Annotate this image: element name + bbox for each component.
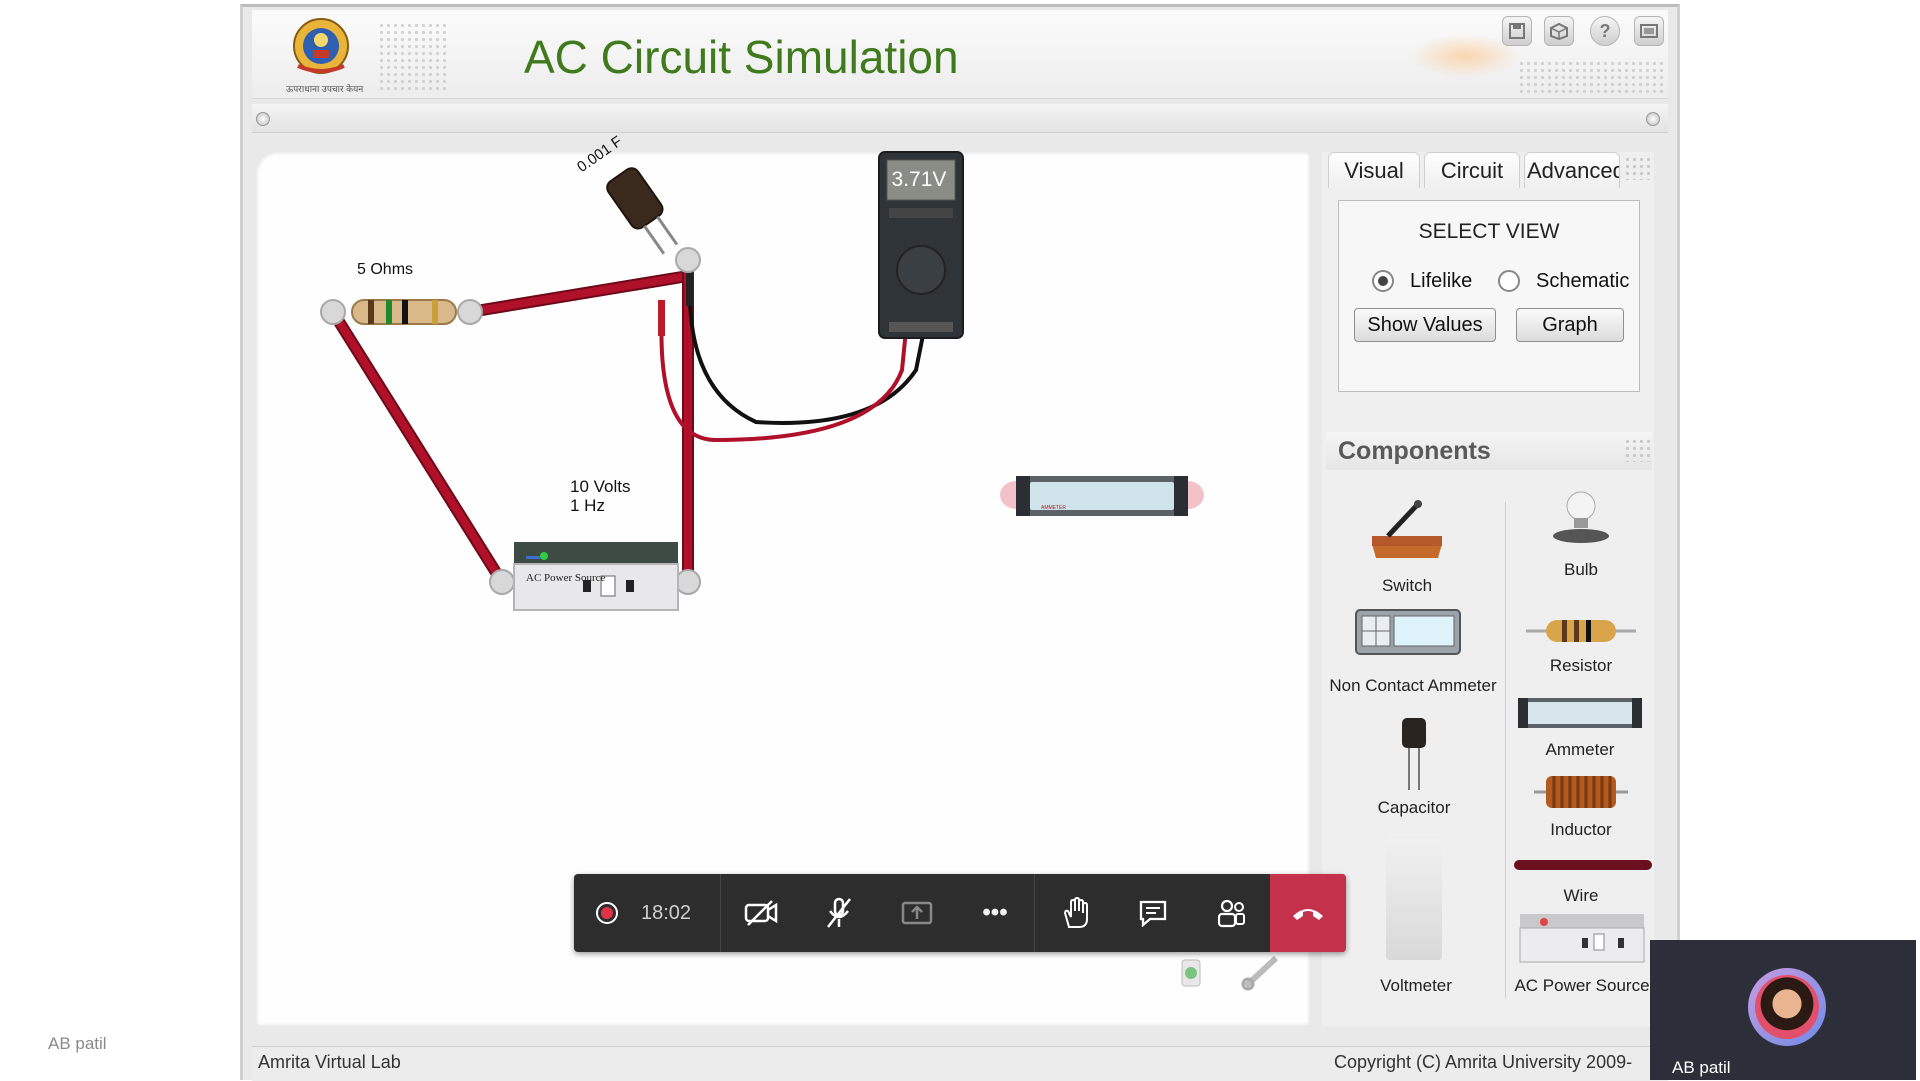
components-heading: Components [1338,437,1491,465]
ac-power-source-icon[interactable] [1518,912,1646,964]
bulb-label: Bulb [1563,560,1599,579]
tab-circuit[interactable]: Circuit [1424,152,1520,188]
meeting-timer: 18:02 [640,901,692,924]
mic-off-icon [827,897,851,928]
ammeter-label: Ammeter [1545,740,1615,759]
tab-advanced[interactable]: Advanced [1524,152,1620,188]
non-contact-ammeter-icon[interactable] [1354,608,1462,656]
fullscreen-icon[interactable] [1634,16,1664,46]
wire-icon[interactable] [1514,860,1652,870]
schematic-radio[interactable] [1498,270,1520,292]
recycle-bin-icon[interactable] [1176,952,1206,988]
source-voltage-label: 10 Volts [570,477,631,496]
ammeter-component[interactable] [1000,476,1204,516]
header-dot-pattern-right [1518,60,1666,94]
help-icon[interactable]: ? [1590,16,1620,46]
load-icon[interactable] [1544,16,1574,46]
tab-visual[interactable]: Visual [1328,152,1420,188]
hang-up-icon [1293,909,1323,920]
switch-icon[interactable] [1368,496,1446,560]
raise-hand-button[interactable] [1036,874,1114,952]
copyright-text: Copyright (C) Amrita University 2009- [1334,1052,1633,1072]
avatar-photo [1755,975,1819,1039]
chat-icon [1139,900,1167,927]
ammeter-face-text: AMMETER [1041,505,1066,511]
lifelike-radio[interactable] [1372,270,1394,292]
more-options-button[interactable]: ••• [956,874,1034,952]
voltmeter-label: Voltmeter [1380,976,1452,995]
components-grip [1624,438,1650,462]
hang-up-button[interactable] [1270,874,1346,952]
resistor-icon[interactable] [1524,614,1638,648]
camera-off-button[interactable] [722,874,800,952]
amrita-logo [286,16,356,80]
screw-left-icon [256,112,270,126]
resistor-value-label: 5 Ohms [357,261,414,278]
inductor-icon[interactable] [1534,772,1628,812]
schematic-label: Schematic [1536,270,1630,292]
mic-off-button[interactable] [800,874,878,952]
participants-icon [1217,899,1245,928]
tabs-grip [1624,156,1650,180]
bulb-icon[interactable] [1546,484,1616,548]
resistor-component[interactable] [351,299,457,325]
wire-cutter-icon[interactable] [1240,952,1286,992]
non-contact-ammeter-label: Non Contact Ammeter [1329,676,1497,695]
participant-name-watermark: AB patil [48,1034,107,1053]
meeting-controls-bar: 18:02 ••• [574,874,1346,952]
recording-indicator [592,874,622,952]
header-dot-pattern [378,22,448,92]
save-icon[interactable] [1502,16,1532,46]
page-title: AC Circuit Simulation [524,31,959,83]
inductor-label: Inductor [1550,820,1612,839]
callbar-divider-2 [1034,874,1035,952]
source-frequency-label: 1 Hz [570,496,605,515]
share-screen-icon [901,901,933,925]
graph-button[interactable]: Graph [1516,308,1624,342]
components-divider [1505,502,1506,998]
chat-button[interactable] [1114,874,1192,952]
ac-power-source-label: AC Power Source [1514,976,1650,995]
lifelike-label: Lifelike [1410,270,1473,292]
capacitor-icon[interactable] [1398,716,1430,792]
participant-avatar [1748,968,1826,1046]
multimeter-display: 3.71V [891,168,947,191]
footer-left-text: Amrita Virtual Lab [258,1052,401,1072]
share-screen-button[interactable] [878,874,956,952]
resistor-label: Resistor [1549,656,1613,675]
voltmeter-icon[interactable] [1386,834,1442,960]
source-face-text: AC Power Source [526,572,606,584]
raise-hand-icon [1063,897,1088,928]
more-icon: ••• [982,899,1008,926]
self-video-tile[interactable]: AB patil [1650,940,1916,1080]
toolbar-strip [252,104,1668,133]
record-icon [596,902,618,924]
callbar-divider [720,874,721,952]
participant-name: AB patil [1672,1058,1731,1077]
logo-caption: ऊपराधाना उपचार केयन [286,84,364,94]
participants-button[interactable] [1192,874,1270,952]
ammeter-icon[interactable] [1516,696,1644,730]
amrita-logo-icon [293,18,349,74]
switch-label: Switch [1381,576,1433,595]
select-view-heading: SELECT VIEW [1418,220,1560,243]
capacitor-component[interactable] [604,165,685,259]
wire-label: Wire [1563,886,1599,905]
show-values-button[interactable]: Show Values [1354,308,1496,342]
screw-right-icon [1646,112,1660,126]
camera-off-icon [744,900,778,926]
capacitor-label: Capacitor [1377,798,1451,817]
